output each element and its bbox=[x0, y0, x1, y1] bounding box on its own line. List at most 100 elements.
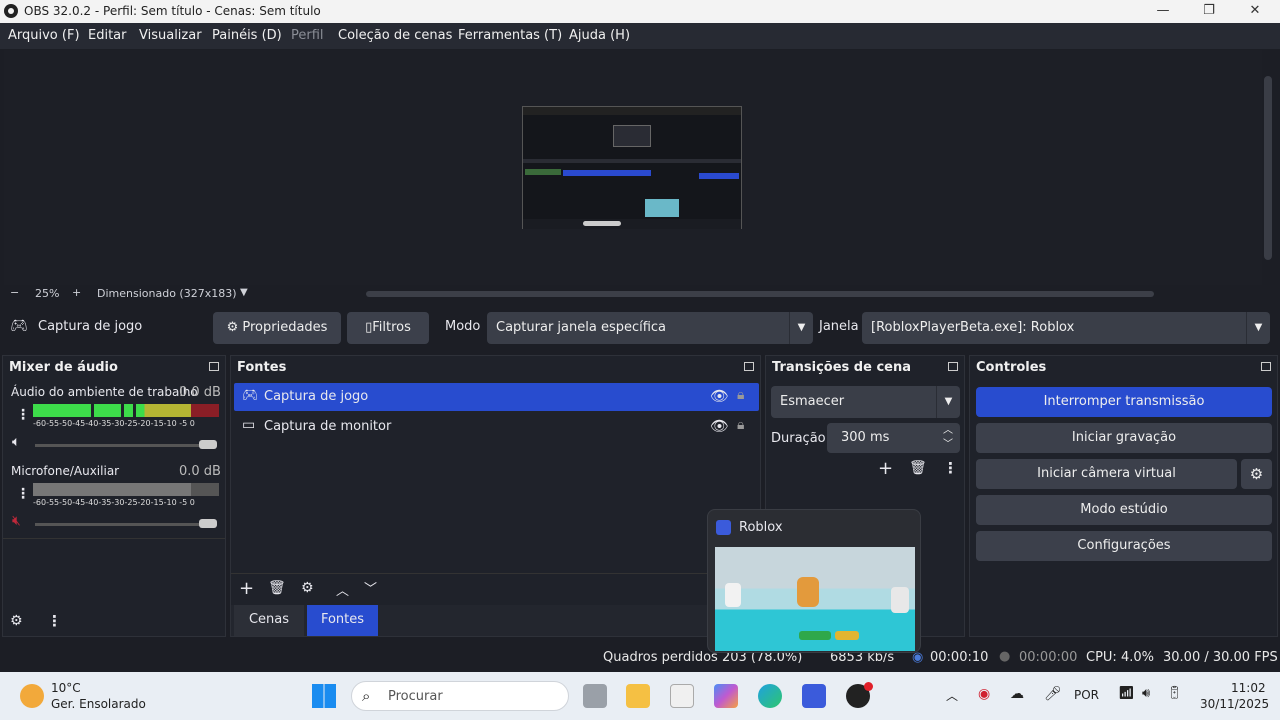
clock-time[interactable]: 11:02 bbox=[1231, 681, 1266, 695]
menu-bar: Arquivo (F) Editar Visualizar Painéis (D… bbox=[0, 23, 1280, 49]
lock-icon[interactable]: 🔒︎ bbox=[737, 387, 744, 403]
record-time: 00:00:00 bbox=[1019, 650, 1078, 665]
advanced-audio-icon[interactable]: ⚙ bbox=[10, 613, 23, 629]
menu-ajuda[interactable]: Ajuda (H) bbox=[569, 28, 630, 43]
duration-spinbox[interactable]: 300 ms ︿ ﹀ bbox=[827, 423, 960, 453]
volume-icon[interactable]: 🔊︎ bbox=[1142, 686, 1150, 701]
popout-icon[interactable] bbox=[744, 362, 754, 371]
zoom-out-button[interactable]: − bbox=[10, 286, 19, 299]
taskbar-preview-popup[interactable]: Roblox bbox=[707, 509, 921, 653]
speaker-icon[interactable]: 🔈︎ bbox=[12, 434, 20, 450]
menu-visualizar[interactable]: Visualizar bbox=[139, 28, 202, 43]
microphone-icon[interactable]: 🎤︎ bbox=[1044, 686, 1062, 702]
transitions-header: Transições de cena bbox=[766, 356, 964, 380]
windows-taskbar: 10°C Ger. Ensolarado ⌕ Procurar ︿ ◉ ☁ 🎤︎… bbox=[0, 672, 1280, 720]
studio-mode-button[interactable]: Modo estúdio bbox=[976, 495, 1272, 525]
transition-select[interactable]: Esmaecer ▼ bbox=[771, 386, 960, 418]
audio-mixer-dock: Mixer de áudio Áudio do ambiente de trab… bbox=[2, 355, 226, 637]
virtual-camera-button[interactable]: Iniciar câmera virtual bbox=[976, 459, 1237, 489]
settings-button[interactable]: Configurações bbox=[976, 531, 1272, 561]
popout-icon[interactable] bbox=[1261, 362, 1271, 371]
kebab-menu-icon[interactable]: ⋮ bbox=[47, 612, 62, 630]
window-select[interactable]: [RobloxPlayerBeta.exe]: Roblox ▼ bbox=[862, 312, 1270, 344]
popout-icon[interactable] bbox=[209, 362, 219, 371]
menu-paineis[interactable]: Painéis (D) bbox=[212, 28, 282, 43]
source-item[interactable]: 🎮︎ Captura de jogo 👁︎ 🔒︎ bbox=[234, 383, 759, 411]
mode-select[interactable]: Capturar janela específica ▼ bbox=[487, 312, 813, 344]
preview-vertical-scrollbar[interactable] bbox=[1264, 76, 1272, 260]
chevron-down-icon[interactable]: ﹀ bbox=[943, 430, 953, 460]
clock-date[interactable]: 30/11/2025 bbox=[1200, 697, 1269, 711]
wifi-icon[interactable]: 📶︎ bbox=[1118, 686, 1135, 701]
preview-horizontal-scrollbar[interactable] bbox=[366, 291, 1154, 297]
file-explorer-icon[interactable] bbox=[626, 684, 650, 708]
status-bar: Quadros perdidos 203 (78.0%) 6853 kb/s ◉… bbox=[0, 646, 1280, 670]
close-icon[interactable]: ✕ bbox=[1232, 0, 1278, 23]
virtual-camera-settings-gear-icon[interactable]: ⚙ bbox=[1241, 459, 1272, 489]
chevron-down-icon[interactable]: ▼ bbox=[240, 287, 248, 298]
kebab-menu-icon[interactable]: ⋮ bbox=[16, 407, 30, 423]
desktop-audio-name: Áudio do ambiente de trabalho bbox=[11, 385, 198, 399]
kebab-menu-icon[interactable]: ⋮ bbox=[16, 486, 30, 502]
minimize-icon[interactable]: — bbox=[1140, 0, 1186, 23]
trash-icon[interactable]: 🗑︎ bbox=[268, 580, 286, 596]
zoom-in-button[interactable]: + bbox=[72, 286, 81, 299]
controls-title: Controles bbox=[976, 360, 1047, 375]
menu-colecao-cenas[interactable]: Coleção de cenas bbox=[338, 28, 452, 43]
chevron-down-icon[interactable]: ﹀ bbox=[364, 578, 377, 597]
popup-title: Roblox bbox=[739, 520, 783, 535]
source-name: Captura de jogo bbox=[264, 389, 369, 404]
search-input[interactable]: ⌕ Procurar bbox=[351, 681, 569, 711]
properties-button[interactable]: ⚙ Propriedades bbox=[213, 312, 341, 344]
restore-icon[interactable]: ❐ bbox=[1186, 0, 1232, 23]
weather-desc[interactable]: Ger. Ensolarado bbox=[51, 697, 146, 711]
chevron-down-icon: ▼ bbox=[1246, 312, 1270, 344]
roblox-taskbar-icon[interactable] bbox=[802, 684, 826, 708]
desktop-audio-volume-knob[interactable] bbox=[199, 440, 217, 449]
edge-icon[interactable] bbox=[758, 684, 782, 708]
mic-aux-db: 0.0 dB bbox=[179, 464, 221, 479]
weather-temp[interactable]: 10°C bbox=[51, 681, 81, 695]
sun-icon bbox=[20, 684, 44, 708]
gamepad-icon: 🎮︎ bbox=[242, 388, 259, 403]
language-indicator[interactable]: POR bbox=[1074, 688, 1099, 702]
gear-icon[interactable]: ⚙ bbox=[301, 580, 314, 596]
cloud-icon[interactable]: ☁ bbox=[1010, 686, 1024, 702]
mic-aux-name: Microfone/Auxiliar bbox=[11, 464, 120, 478]
stop-stream-button[interactable]: Interromper transmissão bbox=[976, 387, 1272, 417]
desktop-audio-volume-slider[interactable] bbox=[35, 444, 215, 447]
obs-tray-icon[interactable]: ◉ bbox=[978, 686, 990, 702]
add-icon[interactable]: + bbox=[239, 578, 254, 599]
audio-mixer-title: Mixer de áudio bbox=[9, 360, 118, 375]
mic-aux-volume-knob[interactable] bbox=[199, 519, 217, 528]
eye-icon[interactable]: 👁︎ bbox=[710, 387, 729, 405]
store-icon[interactable] bbox=[670, 684, 694, 708]
chevron-up-icon[interactable]: ︿ bbox=[336, 580, 349, 599]
recording-badge bbox=[864, 682, 873, 691]
eye-icon[interactable]: 👁︎ bbox=[710, 417, 729, 435]
tab-cenas[interactable]: Cenas bbox=[234, 605, 304, 636]
source-item[interactable]: ▭ Captura de monitor 👁︎ 🔒︎ bbox=[234, 413, 759, 441]
lock-icon[interactable]: 🔒︎ bbox=[737, 417, 744, 433]
menu-arquivo[interactable]: Arquivo (F) bbox=[8, 28, 80, 43]
menu-ferramentas[interactable]: Ferramentas (T) bbox=[458, 28, 562, 43]
battery-icon[interactable]: 🔋︎ bbox=[1166, 686, 1183, 701]
sources-dock: Fontes 🎮︎ Captura de jogo 👁︎ 🔒︎ ▭ Captur… bbox=[230, 355, 761, 637]
task-view-icon[interactable] bbox=[583, 684, 607, 708]
filters-button[interactable]: ▯Filtros bbox=[347, 312, 429, 344]
windows-start-icon[interactable] bbox=[312, 684, 336, 708]
mic-aux-volume-slider[interactable] bbox=[35, 523, 215, 526]
duration-value: 300 ms bbox=[841, 430, 890, 445]
kebab-menu-icon[interactable]: ⋮ bbox=[943, 459, 958, 477]
gear-icon: ⚙ bbox=[226, 320, 239, 335]
menu-perfil[interactable]: Perfil bbox=[291, 28, 324, 43]
chevron-up-icon[interactable]: ︿ bbox=[946, 687, 958, 704]
trash-icon[interactable]: 🗑︎ bbox=[909, 460, 927, 476]
add-icon[interactable]: + bbox=[878, 458, 893, 479]
copilot-icon[interactable] bbox=[714, 684, 738, 708]
popout-icon[interactable] bbox=[948, 362, 958, 371]
menu-editar[interactable]: Editar bbox=[88, 28, 127, 43]
muted-speaker-icon[interactable]: 🔇︎ bbox=[12, 513, 21, 529]
tab-fontes[interactable]: Fontes bbox=[307, 605, 378, 636]
start-recording-button[interactable]: Iniciar gravação bbox=[976, 423, 1272, 453]
